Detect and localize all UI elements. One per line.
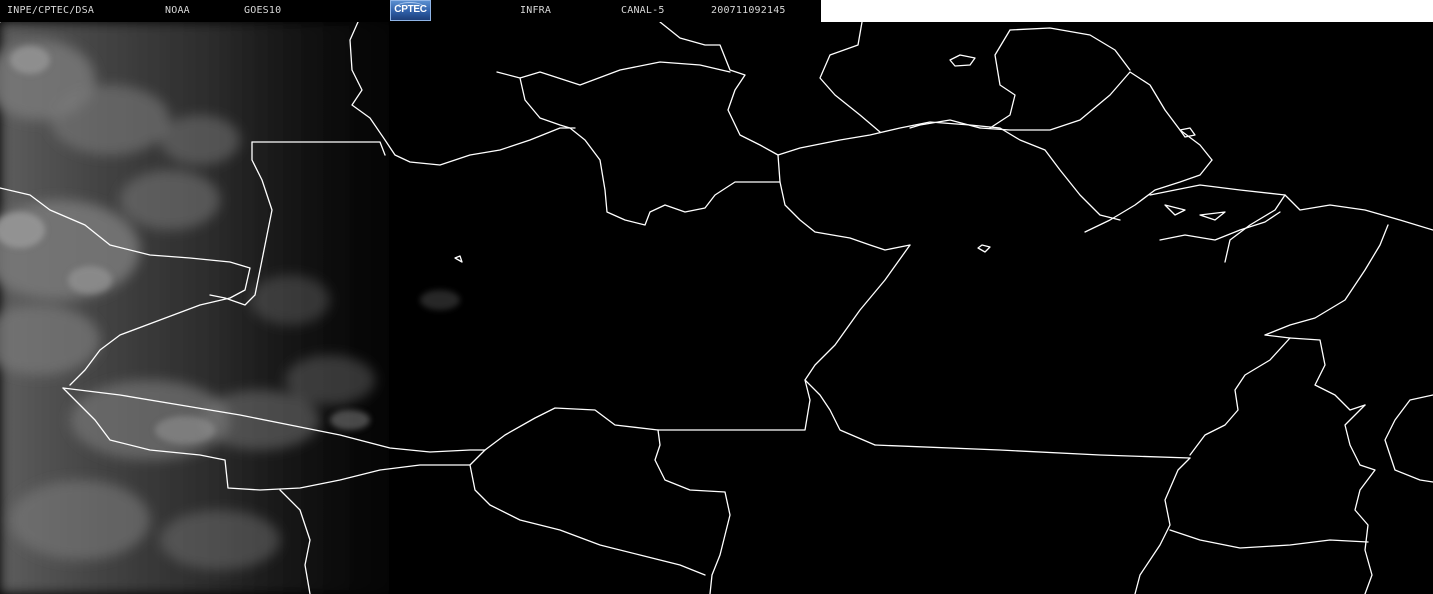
cloud-cell (330, 410, 370, 430)
satellite-map (0, 0, 1433, 594)
cloud-cell (155, 416, 215, 444)
channel-label: CANAL-5 (621, 5, 665, 16)
cloud-mass (285, 355, 375, 405)
satellite-label: GOES10 (244, 5, 282, 16)
cloud-mass (120, 170, 220, 230)
cloud-mass (160, 115, 240, 165)
cloud-mass (50, 85, 170, 155)
agency-label: INPE/CPTEC/DSA (7, 5, 95, 16)
cloud-cell (420, 290, 460, 310)
cloud-mass (10, 480, 150, 560)
cloud-cell (68, 266, 112, 294)
header-blank-area (821, 0, 1433, 22)
datetime-label: 200711092145 (711, 5, 786, 16)
product-label: INFRA (520, 5, 552, 16)
image-header-bar: INPE/CPTEC/DSA NOAA GOES10 CPTEC INFRA C… (0, 0, 821, 22)
provider-label: NOAA (165, 5, 190, 16)
satellite-image-viewer: INPE/CPTEC/DSA NOAA GOES10 CPTEC INFRA C… (0, 0, 1433, 594)
cloud-layer (0, 22, 460, 594)
cptec-logo: CPTEC (390, 0, 431, 21)
cloud-mass (250, 275, 330, 325)
cloud-mass (160, 510, 280, 570)
cloud-cell (10, 46, 50, 74)
logo-text: CPTEC (394, 4, 427, 15)
